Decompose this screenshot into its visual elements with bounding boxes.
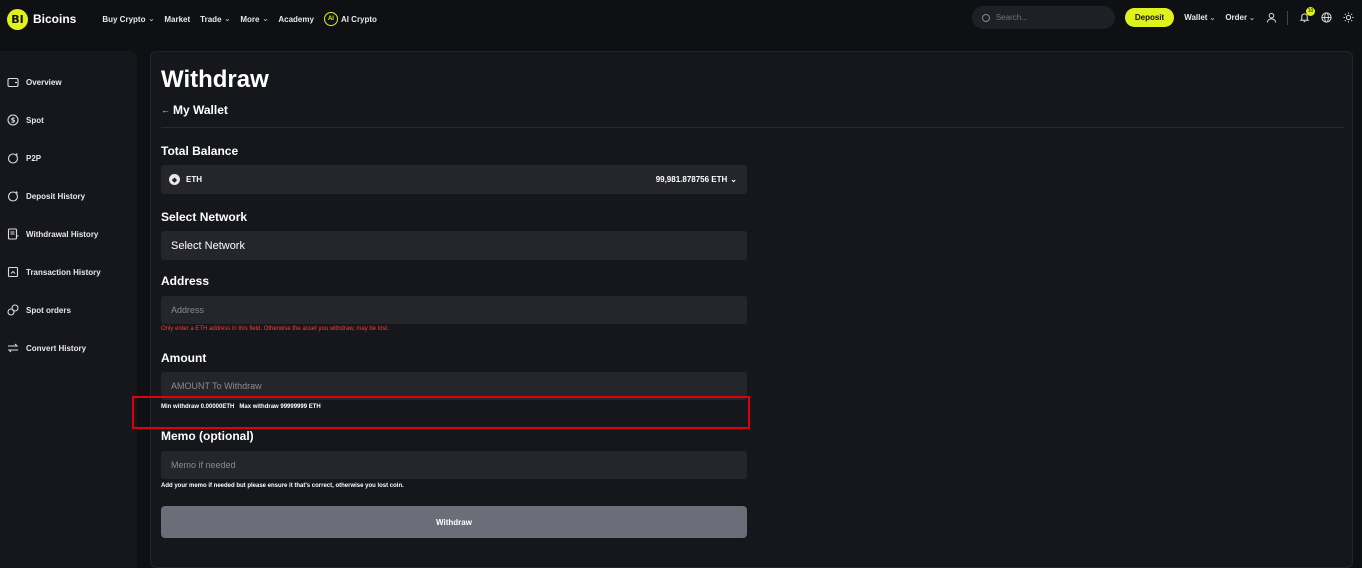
total-balance-label: Total Balance — [161, 144, 239, 158]
min-withdraw: Min withdraw 0.00000ETH — [161, 404, 235, 410]
max-withdraw: Max withdraw 99999999 ETH — [239, 404, 321, 410]
sidebar-item-label: Convert History — [26, 343, 87, 353]
sidebar-item-label: Spot orders — [26, 305, 71, 315]
memo-label: Memo (optional) — [161, 429, 254, 443]
withdraw-button[interactable]: Withdraw — [161, 506, 747, 538]
nav-academy[interactable]: Academy — [278, 15, 314, 24]
logo-mark: BI — [7, 8, 28, 30]
memo-input[interactable] — [161, 451, 747, 479]
top-bar: BI Bicoins Buy Crypto ⌄ Market Trade ⌄ Mor… — [0, 0, 1362, 38]
header-actions: Deposit Wallet⌄ Order⌄ 10 — [971, 6, 1354, 29]
highlight-box — [132, 396, 750, 429]
sidebar: Overview $ Spot P2P Deposit History With… — [0, 51, 137, 568]
order-menu[interactable]: Order ⌄ — [1225, 13, 1255, 22]
theme-sun-icon[interactable] — [1342, 12, 1354, 24]
sidebar-item-overview[interactable]: Overview — [0, 72, 62, 92]
nav-more[interactable]: More ⌄ — [240, 15, 268, 24]
sidebar-item-label: P2P — [26, 153, 42, 163]
balance-amount: 99,981.878756 ETH — [655, 175, 728, 184]
nav-buy-crypto[interactable]: Buy Crypto ⌄ — [102, 15, 154, 24]
sidebar-item-convert-history[interactable]: Convert History — [0, 338, 86, 358]
nav-label: Market — [164, 14, 191, 24]
address-label: Address — [161, 274, 210, 288]
main-nav: Buy Crypto ⌄ Market Trade ⌄ More ⌄ Academy … — [102, 12, 377, 26]
nav-ai-crypto[interactable]: AI AI Crypto — [323, 12, 377, 26]
network-label: Select Network — [161, 210, 248, 224]
withdraw-limits: Min withdraw 0.00000ETH Max withdraw 999… — [161, 404, 321, 410]
wallet-icon — [6, 76, 19, 89]
transaction-icon — [6, 266, 19, 279]
withdrawal-icon — [6, 228, 19, 241]
memo-hint: Add your memo if needed but please ensur… — [161, 483, 404, 489]
nav-label: Academy — [278, 14, 314, 24]
search-box[interactable] — [971, 6, 1115, 29]
address-warning: Only enter a ETH address in this field. … — [161, 326, 389, 332]
sidebar-item-label: Overview — [26, 77, 62, 87]
deposit-button[interactable]: Deposit — [1124, 8, 1175, 27]
nav-market[interactable]: Market — [164, 15, 190, 24]
globe-icon[interactable] — [1320, 12, 1332, 24]
sidebar-item-deposit-history[interactable]: Deposit History — [0, 186, 85, 206]
bell-icon[interactable]: 10 — [1298, 6, 1315, 24]
withdraw-panel: Withdraw ← My Wallet Total Balance ◆ ETH… — [132, 51, 1353, 568]
sidebar-item-spot-orders[interactable]: Spot orders — [0, 300, 71, 320]
coin-select[interactable]: ◆ ETH 99,981.878756 ETH ⌄ — [161, 165, 747, 194]
back-label: My Wallet — [173, 103, 228, 117]
back-to-wallet-link[interactable]: ← My Wallet — [161, 103, 228, 117]
p2p-icon — [6, 152, 19, 165]
chevron-down-icon: ⌄ — [262, 16, 269, 23]
ai-icon: AI — [323, 12, 338, 26]
search-input[interactable] — [995, 13, 1096, 22]
balance-value: 99,981.878756 ETH ⌄ — [656, 175, 737, 184]
amount-label: Amount — [161, 351, 207, 365]
nav-label: Buy Crypto — [102, 14, 146, 24]
dollar-icon: $ — [6, 114, 19, 127]
network-select[interactable]: Select Network — [161, 231, 747, 260]
page-title: Withdraw — [161, 66, 269, 93]
network-value: Select Network — [171, 239, 245, 252]
deposit-icon — [6, 190, 19, 203]
chevron-down-icon: ⌄ — [224, 16, 231, 23]
wallet-menu[interactable]: Wallet ⌄ — [1184, 13, 1215, 22]
chevron-down-icon: ⌄ — [148, 16, 155, 23]
divider — [161, 127, 1344, 128]
nav-label: More — [240, 14, 260, 24]
order-label: Order — [1225, 13, 1248, 22]
notification-badge: 10 — [1306, 6, 1315, 16]
sidebar-item-withdrawal-history[interactable]: Withdrawal History — [0, 224, 98, 244]
divider — [1287, 10, 1288, 25]
chevron-down-icon: ⌄ — [730, 175, 737, 184]
convert-icon — [6, 342, 19, 355]
coin-label: ETH — [186, 175, 202, 184]
svg-text:$: $ — [10, 117, 15, 125]
address-input[interactable] — [161, 296, 747, 324]
sidebar-item-label: Withdrawal History — [26, 229, 99, 239]
orders-icon — [6, 304, 19, 317]
sidebar-item-label: Spot — [26, 115, 44, 125]
sidebar-item-transaction-history[interactable]: Transaction History — [0, 262, 101, 282]
chevron-down-icon: ⌄ — [1249, 14, 1255, 22]
brand-name: Bicoins — [33, 12, 77, 26]
search-icon — [981, 13, 990, 22]
back-arrow-icon: ← — [161, 105, 170, 115]
sidebar-item-label: Deposit History — [26, 191, 86, 201]
logo[interactable]: BI Bicoins — [7, 8, 77, 30]
wallet-label: Wallet — [1184, 13, 1208, 22]
nav-label: AI Crypto — [340, 14, 377, 24]
sidebar-item-label: Transaction History — [26, 267, 101, 277]
sidebar-item-p2p[interactable]: P2P — [0, 148, 41, 168]
user-icon[interactable] — [1265, 12, 1277, 24]
nav-trade[interactable]: Trade ⌄ — [200, 15, 230, 24]
nav-label: Trade — [200, 14, 222, 24]
sidebar-item-spot[interactable]: $ Spot — [0, 110, 44, 130]
chevron-down-icon: ⌄ — [1209, 14, 1216, 22]
eth-icon: ◆ — [169, 174, 180, 185]
